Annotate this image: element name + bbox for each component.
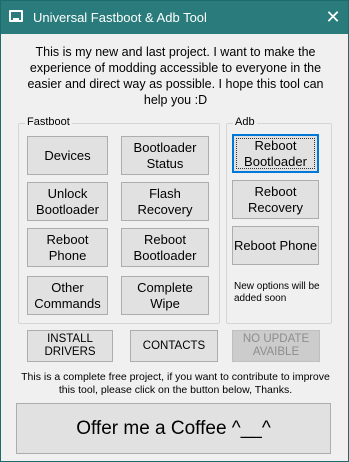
terminal-icon bbox=[9, 10, 23, 22]
bootloader-status-button[interactable]: Bootloader Status bbox=[121, 136, 209, 175]
adb-reboot-recovery-button[interactable]: Reboot Recovery bbox=[232, 180, 319, 219]
complete-wipe-button[interactable]: Complete Wipe bbox=[121, 276, 209, 315]
close-icon[interactable]: ✕ bbox=[318, 1, 348, 34]
fastboot-reboot-bootloader-button[interactable]: Reboot Bootloader bbox=[121, 228, 209, 267]
app-window: Universal Fastboot & Adb Tool ✕ This is … bbox=[0, 0, 349, 462]
footer-text: This is a complete free project, if you … bbox=[21, 371, 330, 396]
offer-coffee-button[interactable]: Offer me a Coffee ^__^ bbox=[16, 403, 331, 454]
adb-group-label: Adb bbox=[233, 116, 257, 128]
install-drivers-button[interactable]: INSTALL DRIVERS bbox=[27, 330, 113, 362]
no-update-button: NO UPDATE AVAIBLE bbox=[232, 330, 320, 362]
window-title: Universal Fastboot & Adb Tool bbox=[33, 10, 207, 25]
fastboot-reboot-phone-button[interactable]: Reboot Phone bbox=[27, 228, 108, 267]
intro-text: This is my new and last project. I want … bbox=[27, 45, 324, 107]
adb-note: New options will be added soon bbox=[234, 281, 320, 304]
devices-button[interactable]: Devices bbox=[27, 136, 108, 175]
fastboot-group-label: Fastboot bbox=[25, 116, 72, 128]
title-bar[interactable]: Universal Fastboot & Adb Tool ✕ bbox=[1, 1, 348, 34]
unlock-bootloader-button[interactable]: Unlock Bootloader bbox=[27, 182, 108, 221]
flash-recovery-button[interactable]: Flash Recovery bbox=[121, 182, 209, 221]
adb-reboot-phone-button[interactable]: Reboot Phone bbox=[232, 226, 319, 265]
adb-reboot-bootloader-label: Reboot Bootloader bbox=[236, 138, 315, 169]
contacts-button[interactable]: CONTACTS bbox=[130, 330, 218, 362]
adb-reboot-bootloader-button[interactable]: Reboot Bootloader bbox=[232, 134, 319, 173]
other-commands-button[interactable]: Other Commands bbox=[27, 276, 108, 315]
